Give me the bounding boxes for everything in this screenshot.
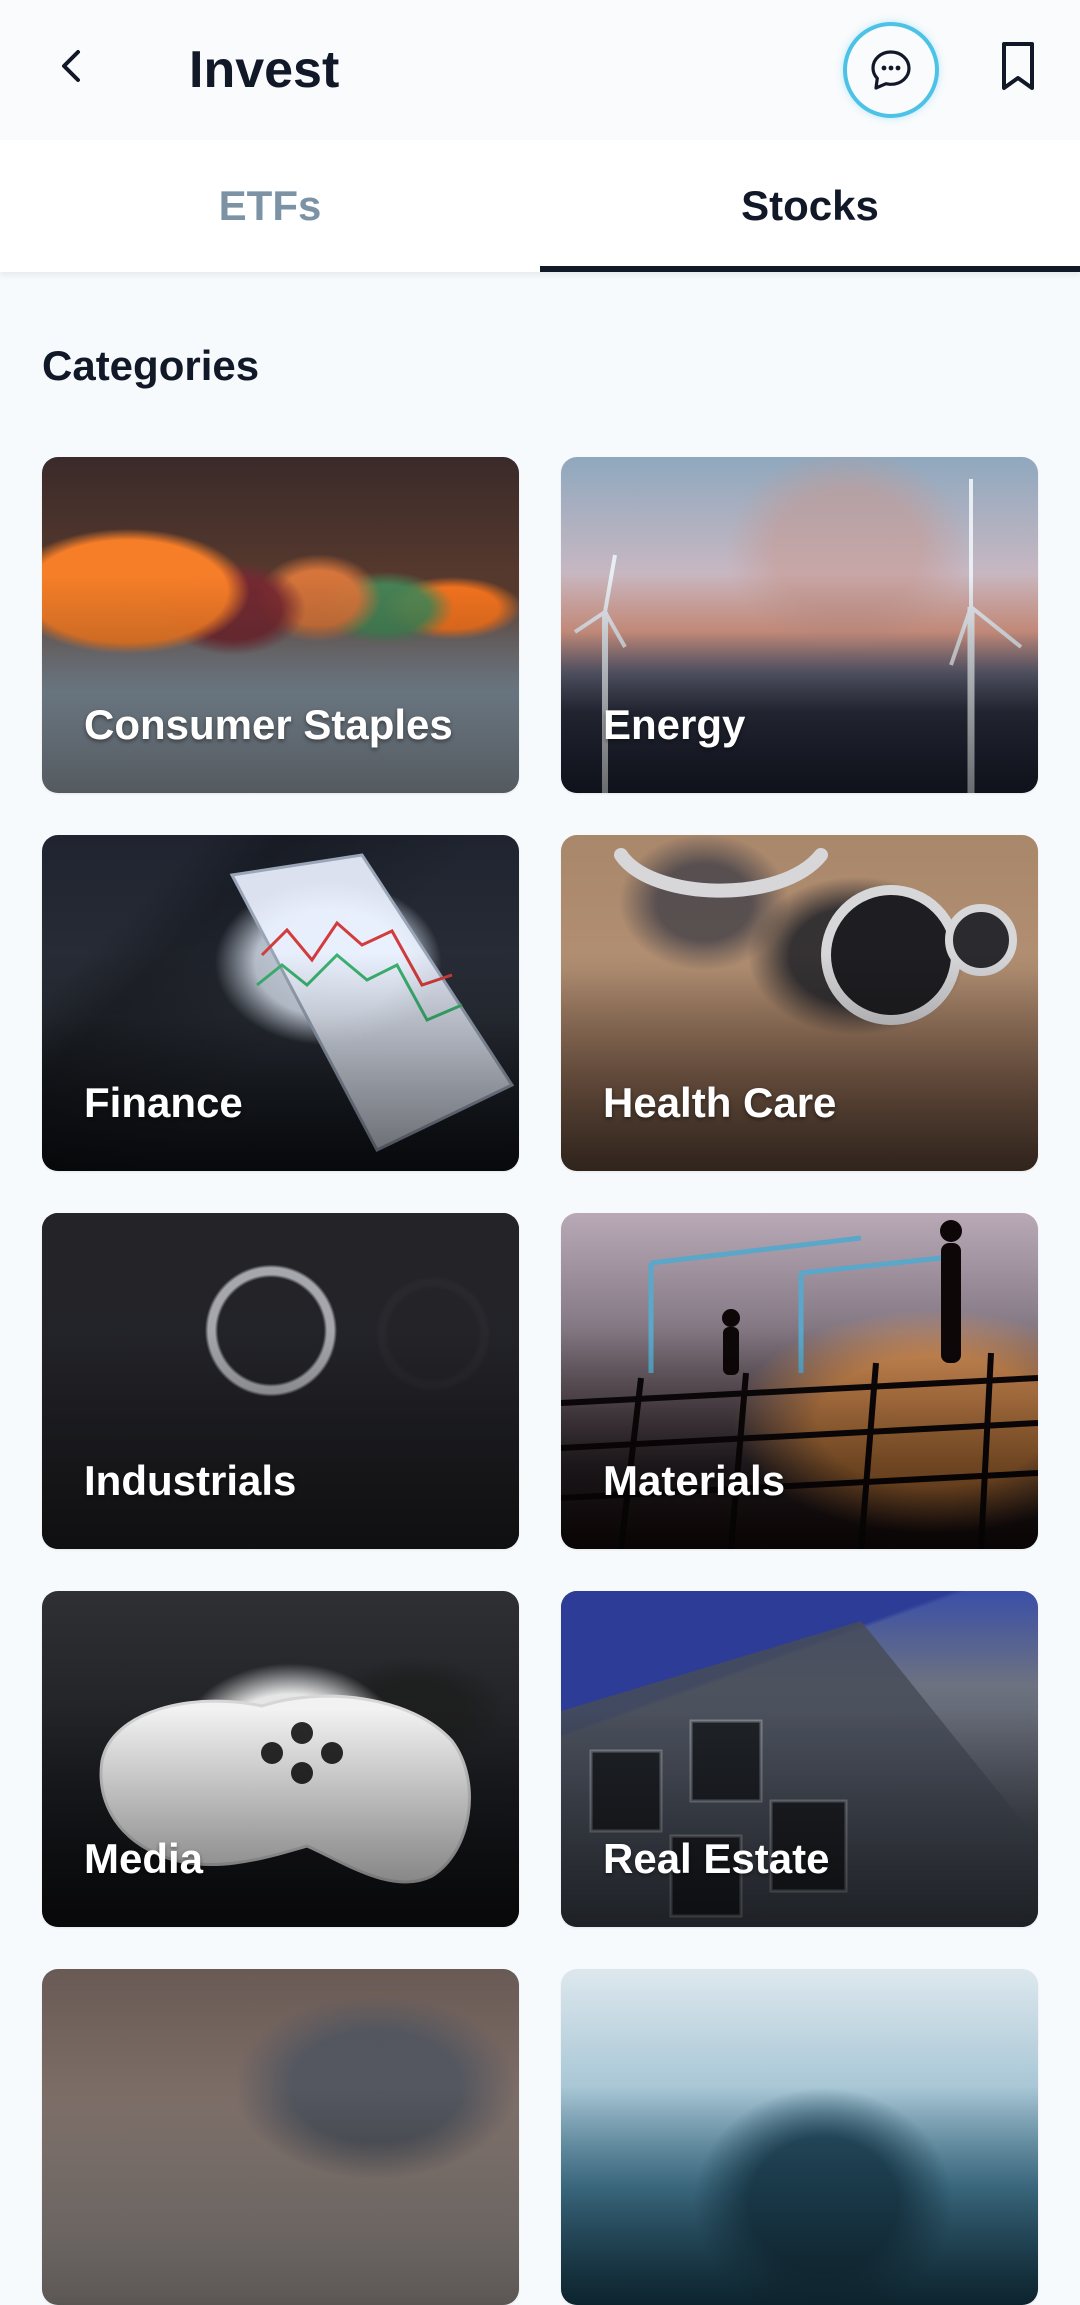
category-label: Energy xyxy=(603,701,746,748)
chat-button[interactable] xyxy=(843,22,939,118)
category-label: Real Estate xyxy=(603,1835,830,1882)
top-app-bar: Invest xyxy=(0,0,1080,140)
category-label: Media xyxy=(84,1835,204,1882)
category-card-media[interactable]: Media xyxy=(42,1591,519,1927)
chevron-left-icon xyxy=(62,50,80,82)
card-overlay xyxy=(42,1969,519,2305)
bookmark-icon xyxy=(1002,42,1034,90)
category-card-energy[interactable]: Energy xyxy=(561,457,1038,793)
category-card-consumer-staples[interactable]: Consumer Staples xyxy=(42,457,519,793)
category-card-partial-right[interactable] xyxy=(561,1969,1038,2305)
bookmark-button[interactable] xyxy=(986,34,1050,98)
category-label: Materials xyxy=(603,1457,786,1504)
category-label: Finance xyxy=(84,1079,243,1126)
page-title: Invest xyxy=(189,41,340,99)
category-label: Consumer Staples xyxy=(84,701,453,748)
category-label: Health Care xyxy=(603,1079,837,1126)
chat-bubble-icon xyxy=(871,50,911,90)
back-button[interactable] xyxy=(40,34,104,98)
categories-grid: Consumer Staples Energy Finance Health C… xyxy=(42,457,1038,2305)
category-card-finance[interactable]: Finance xyxy=(42,835,519,1171)
category-card-partial-left[interactable] xyxy=(42,1969,519,2305)
category-card-real-estate[interactable]: Real Estate xyxy=(561,1591,1038,1927)
category-label: Industrials xyxy=(84,1457,297,1504)
category-card-industrials[interactable]: Industrials xyxy=(42,1213,519,1549)
tab-etfs[interactable]: ETFs xyxy=(0,140,540,272)
card-overlay xyxy=(561,1969,1038,2305)
category-card-materials[interactable]: Materials xyxy=(561,1213,1038,1549)
category-card-health-care[interactable]: Health Care xyxy=(561,835,1038,1171)
tab-bar: ETFs Stocks xyxy=(0,140,1080,272)
categories-heading: Categories xyxy=(42,342,260,389)
tab-stocks[interactable]: Stocks xyxy=(540,140,1080,272)
